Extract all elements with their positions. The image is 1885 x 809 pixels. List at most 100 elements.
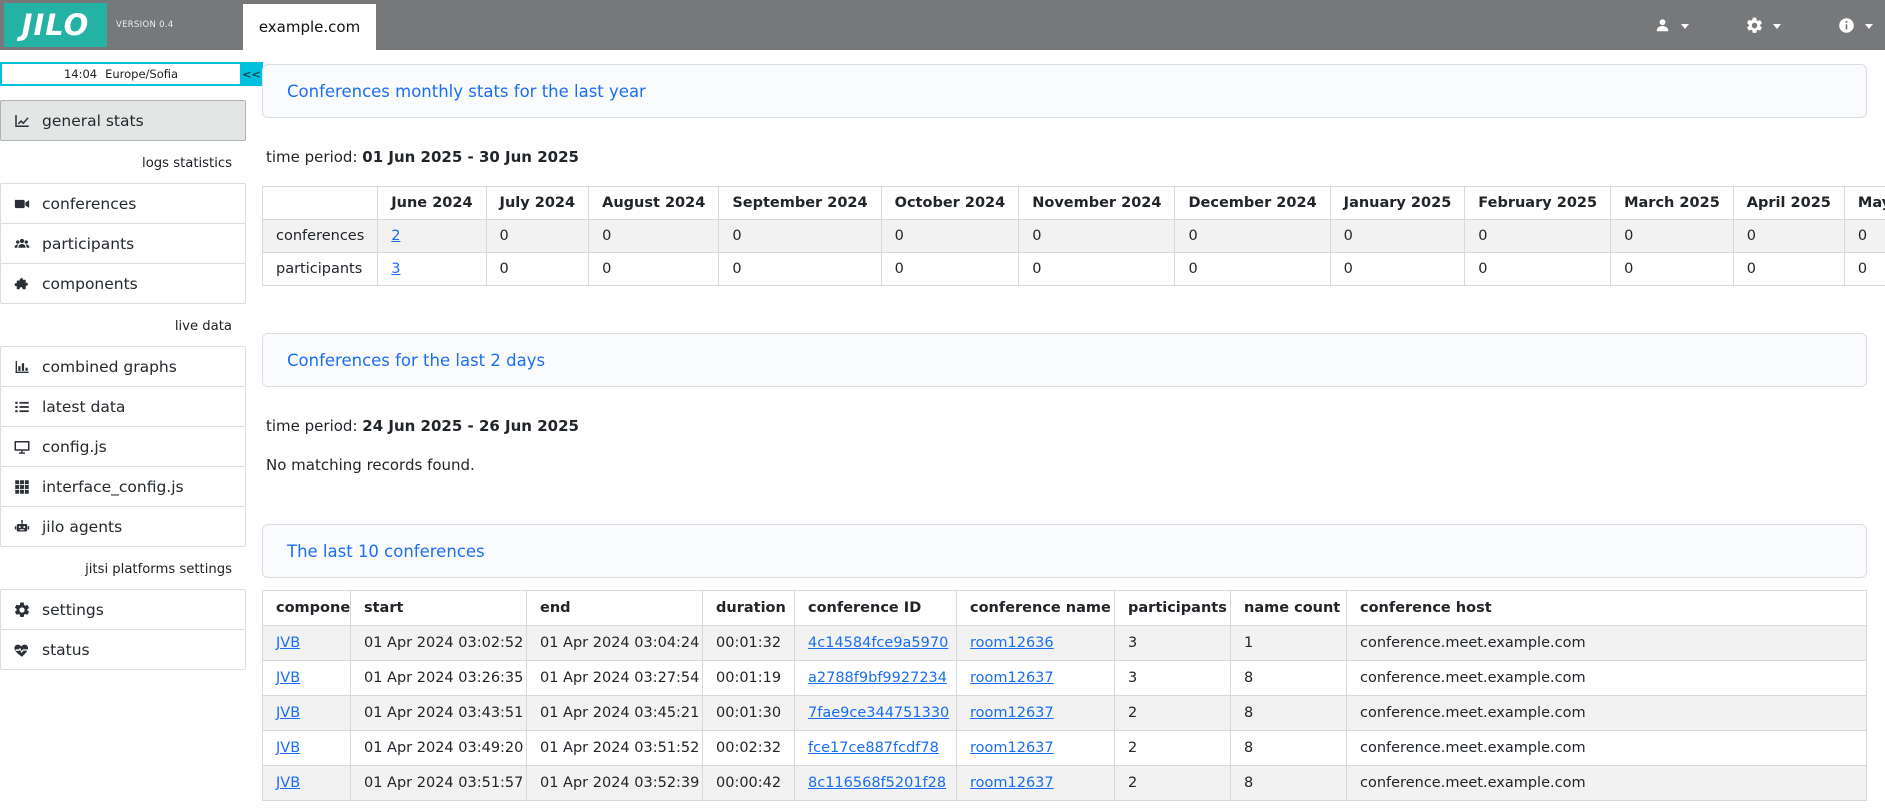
month-value: 0	[1844, 220, 1885, 253]
component: JVB	[263, 626, 351, 661]
conference-name-link[interactable]: room12637	[970, 775, 1054, 791]
component-link[interactable]: JVB	[276, 705, 300, 721]
conference-id: a2788f9bf9927234	[795, 661, 957, 696]
month-value: 0	[1733, 253, 1844, 286]
column-header: February 2025	[1465, 187, 1611, 220]
participants: 3	[1115, 661, 1231, 696]
start: 01 Apr 2024 03:43:51	[351, 696, 527, 731]
conference-name-link[interactable]: room12636	[970, 635, 1054, 651]
sidebar-item-components[interactable]: components	[0, 263, 246, 304]
sidebar-menu: general statslogs statisticsconferencesp…	[0, 100, 246, 670]
conference-id-link[interactable]: 4c14584fce9a5970	[808, 635, 948, 651]
last10-title-link[interactable]: The last 10 conferences	[287, 542, 485, 561]
monitor-icon	[13, 438, 31, 456]
settings-menu-toggle[interactable]	[1745, 16, 1781, 35]
component: JVB	[263, 731, 351, 766]
month-value: 0	[881, 220, 1019, 253]
user-icon	[1653, 16, 1672, 35]
component-link[interactable]: JVB	[276, 670, 300, 686]
participants: 2	[1115, 731, 1231, 766]
component-link[interactable]: JVB	[276, 635, 300, 651]
conference-host: conference.meet.example.com	[1347, 766, 1867, 801]
table-row: participants3000000000000	[263, 253, 1885, 286]
time-period-value: 01 Jun 2025 - 30 Jun 2025	[362, 148, 579, 166]
column-header: participants	[1115, 591, 1231, 626]
last10-conferences-table: componentstartenddurationconference IDco…	[262, 590, 1867, 801]
end: 01 Apr 2024 03:27:54	[527, 661, 703, 696]
conference-host: conference.meet.example.com	[1347, 626, 1867, 661]
conference-name: room12637	[957, 661, 1115, 696]
conference-name-link[interactable]: room12637	[970, 740, 1054, 756]
month-value: 0	[719, 253, 881, 286]
conference-id-link[interactable]: a2788f9bf9927234	[808, 670, 947, 686]
sidebar-section-jitsi-platforms-settings: jitsi platforms settings	[0, 554, 246, 584]
sidebar-item-conferences[interactable]: conferences	[0, 183, 246, 224]
name-count: 1	[1231, 626, 1347, 661]
start: 01 Apr 2024 03:26:35	[351, 661, 527, 696]
month-value: 0	[1175, 220, 1330, 253]
version-label: VERSION 0.4	[116, 20, 174, 30]
start: 01 Apr 2024 03:02:52	[351, 626, 527, 661]
conference-id: fce17ce887fcdf78	[795, 731, 957, 766]
users-icon	[13, 235, 31, 253]
platform-tab-example-com[interactable]: example.com	[243, 4, 376, 50]
sidebar-item-participants[interactable]: participants	[0, 223, 246, 264]
heart-pulse-icon	[13, 641, 31, 659]
monthly-stats-title-link[interactable]: Conferences monthly stats for the last y…	[287, 82, 646, 101]
column-header: January 2025	[1330, 187, 1465, 220]
conference-id-link[interactable]: 8c116568f5201f28	[808, 775, 946, 791]
sidebar-item-label: interface_config.js	[42, 478, 184, 496]
info-menu-toggle[interactable]	[1837, 16, 1873, 35]
component-link[interactable]: JVB	[276, 740, 300, 756]
conference-name-link[interactable]: room12637	[970, 670, 1054, 686]
sidebar-time-row: 14:04 Europe/Sofia <<	[0, 62, 263, 86]
last2days-title-link[interactable]: Conferences for the last 2 days	[287, 351, 545, 370]
column-header: component	[263, 591, 351, 626]
table-header-row: componentstartenddurationconference IDco…	[263, 591, 1867, 626]
sidebar: 14:04 Europe/Sofia << general statslogs …	[0, 50, 246, 670]
sidebar-item-label: combined graphs	[42, 358, 177, 376]
month-value: 0	[1611, 253, 1734, 286]
column-header: November 2024	[1019, 187, 1175, 220]
sidebar-item-interface-config-js[interactable]: interface_config.js	[0, 466, 246, 507]
duration: 00:01:30	[703, 696, 795, 731]
column-header: start	[351, 591, 527, 626]
month-value: 0	[1330, 253, 1465, 286]
column-header: October 2024	[881, 187, 1019, 220]
time-period-value: 24 Jun 2025 - 26 Jun 2025	[362, 417, 579, 435]
sidebar-item-label: latest data	[42, 398, 125, 416]
conference-name-link[interactable]: room12637	[970, 705, 1054, 721]
component-link[interactable]: JVB	[276, 775, 300, 791]
main-content: Conferences monthly stats for the last y…	[246, 50, 1885, 801]
month-value-link[interactable]: 2	[391, 228, 400, 244]
sidebar-item-latest-data[interactable]: latest data	[0, 386, 246, 427]
table-row: JVB 01 Apr 2024 03:26:3501 Apr 2024 03:27…	[263, 661, 1867, 696]
column-header: August 2024	[589, 187, 719, 220]
sidebar-item-settings[interactable]: settings	[0, 589, 246, 630]
sidebar-item-combined-graphs[interactable]: combined graphs	[0, 346, 246, 387]
app-logo[interactable]: JILO	[4, 3, 107, 47]
start: 01 Apr 2024 03:49:20	[351, 731, 527, 766]
chevron-down-icon	[1681, 24, 1689, 29]
month-value: 0	[1175, 253, 1330, 286]
last10-card-header: The last 10 conferences	[262, 524, 1867, 578]
table-row: JVB01 Apr 2024 03:02:5201 Apr 2024 03:04…	[263, 626, 1867, 661]
sidebar-item-jilo-agents[interactable]: jilo agents	[0, 506, 246, 547]
user-menu-toggle[interactable]	[1653, 16, 1689, 35]
conference-id: 7fae9ce344751330	[795, 696, 957, 731]
conference-id: 8c116568f5201f28	[795, 766, 957, 801]
conference-id-link[interactable]: fce17ce887fcdf78	[808, 740, 939, 756]
sidebar-item-config-js[interactable]: config.js	[0, 426, 246, 467]
sidebar-item-status[interactable]: status	[0, 629, 246, 670]
conference-name: room12637	[957, 766, 1115, 801]
month-value-link[interactable]: 3	[391, 261, 400, 277]
conference-id-link[interactable]: 7fae9ce344751330	[808, 705, 949, 721]
time-clock: 14:04	[64, 67, 97, 81]
row-label: participants	[263, 253, 378, 286]
conference-name: room12637	[957, 696, 1115, 731]
robot-icon	[13, 518, 31, 536]
conference-name: room12637	[957, 731, 1115, 766]
monthly-time-period: time period: 01 Jun 2025 - 30 Jun 2025	[266, 148, 1867, 166]
duration: 00:01:32	[703, 626, 795, 661]
sidebar-item-general-stats[interactable]: general stats	[0, 100, 246, 141]
